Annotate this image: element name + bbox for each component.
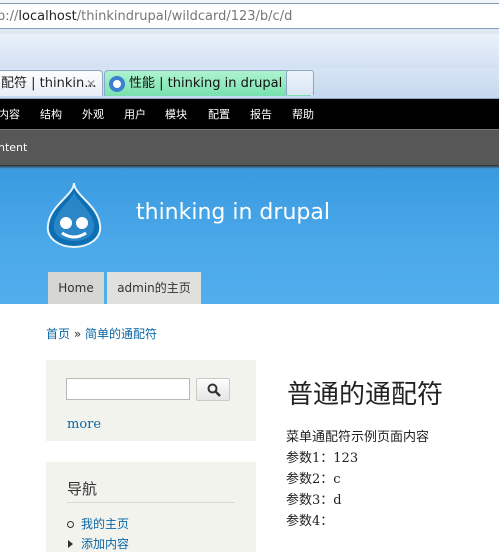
ie-icon <box>109 76 125 92</box>
toolbar-item-content[interactable]: 内容 <box>0 106 20 122</box>
toolbar-item-modules[interactable]: 模块 <box>165 106 187 122</box>
url-prefix: p:// <box>0 9 19 24</box>
nav-item-label: 我的主页 <box>81 517 130 531</box>
tab-label: 配符 | thinkin... <box>1 76 97 91</box>
drupal-logo-icon[interactable] <box>44 181 104 249</box>
search-input[interactable] <box>66 378 190 400</box>
breadcrumb-current-link[interactable]: 简单的通配符 <box>85 327 157 341</box>
more-link[interactable]: more <box>67 417 101 432</box>
breadcrumb-home-link[interactable]: 首页 <box>46 327 70 341</box>
page-title: 普通的通配符 <box>287 380 444 410</box>
content-line: 参数1：123 <box>286 451 359 466</box>
tab-strip: 配符 | thinkin... ✕ 性能 | thinking in drupa… <box>0 68 499 99</box>
url-path: /thinkindrupal/wildcard/123/b/c/d <box>76 9 293 24</box>
toolbar-item-help[interactable]: 帮助 <box>292 106 314 122</box>
breadcrumb-separator: » <box>73 327 82 341</box>
url-host: localhost <box>18 9 77 24</box>
navigation-block: 导航 我的主页 添加内容 <box>46 462 256 552</box>
url-field[interactable]: p://localhost/thinkindrupal/wildcard/123… <box>0 3 499 29</box>
toolbar-item-people[interactable]: 用户 <box>124 106 146 122</box>
tab-wildcard[interactable]: 配符 | thinkin... ✕ <box>0 70 103 96</box>
collapsed-triangle-icon <box>68 540 73 548</box>
page-content: 菜单通配符示例页面内容 参数1：123 参数2：c 参数3：d 参数4： <box>286 427 429 532</box>
site-header: thinking in drupal Home admin的主页 <box>0 169 499 304</box>
nav-item-my-home[interactable]: 我的主页 <box>67 514 129 534</box>
address-bar: p://localhost/thinkindrupal/wildcard/123… <box>0 0 499 35</box>
tab-label: 性能 | thinking in drupal <box>129 76 283 91</box>
search-button[interactable] <box>196 378 230 401</box>
admin-toolbar: 内容 结构 外观 用户 模块 配置 报告 帮助 <box>0 99 499 129</box>
tab-performance[interactable]: 性能 | thinking in drupal <box>104 70 310 96</box>
breadcrumb: 首页 » 简单的通配符 <box>46 325 157 342</box>
menu-tab-admin-home[interactable]: admin的主页 <box>107 272 201 304</box>
bullet-icon <box>67 521 74 528</box>
navigation-list: 我的主页 添加内容 <box>67 514 129 554</box>
navigation-title: 导航 <box>67 480 98 498</box>
content-line: 菜单通配符示例页面内容 <box>286 430 430 445</box>
close-tab-icon[interactable]: ✕ <box>86 71 96 96</box>
site-name[interactable]: thinking in drupal <box>136 200 330 225</box>
browser-toolbar <box>0 34 499 68</box>
toolbar-item-configuration[interactable]: 配置 <box>208 106 230 122</box>
menu-tab-home[interactable]: Home <box>48 272 104 304</box>
nav-item-label: 添加内容 <box>81 537 130 551</box>
nav-item-add-content[interactable]: 添加内容 <box>67 534 129 554</box>
toolbar-item-reports[interactable]: 报告 <box>250 106 272 122</box>
search-icon <box>207 383 221 397</box>
shortcut-add-content[interactable]: ntent <box>0 141 27 154</box>
new-tab-button[interactable] <box>286 70 314 95</box>
toolbar-item-structure[interactable]: 结构 <box>40 106 62 122</box>
content-line: 参数2：c <box>286 472 341 487</box>
content-line: 参数3：d <box>286 493 342 508</box>
toolbar-item-appearance[interactable]: 外观 <box>82 106 104 122</box>
content-line: 参数4： <box>286 514 334 529</box>
url-text: p://localhost/thinkindrupal/wildcard/123… <box>0 9 292 24</box>
shortcut-bar: ntent <box>0 129 499 166</box>
navigation-divider <box>67 502 235 503</box>
search-block: more <box>46 360 256 441</box>
